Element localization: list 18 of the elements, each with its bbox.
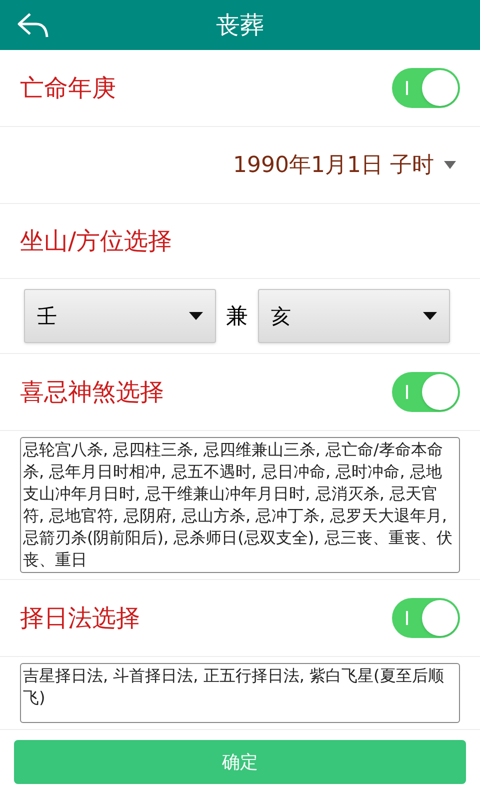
caret-icon <box>423 312 437 320</box>
section-label: 坐山/方位选择 <box>20 226 172 257</box>
caret-icon <box>189 312 203 320</box>
date-value[interactable]: 1990年1月1日 子时 <box>233 148 434 182</box>
dropdown[interactable]: 亥 <box>258 289 450 343</box>
text-area[interactable]: 吉星择日法, 斗首择日法, 正五行择日法, 紫白飞星(夏至后顺飞) <box>20 663 460 723</box>
section-label: 择日法选择 <box>20 603 140 634</box>
section-label: 亡命年庚 <box>20 73 116 104</box>
window-title: 丧葬 <box>216 10 264 41</box>
toggle-switch[interactable] <box>392 68 460 108</box>
dropdown[interactable]: 壬 <box>24 289 216 343</box>
section-label: 喜忌神煞选择 <box>20 377 164 408</box>
toggle-switch[interactable] <box>392 598 460 638</box>
joiner-label: 兼 <box>226 302 248 330</box>
text-area[interactable]: 忌轮宫八杀, 忌四柱三杀, 忌四维兼山三杀, 忌亡命/孝命本命杀, 忌年月日时相冲, 忌五不遇时, 忌日冲命, 忌时冲命, 忌地支山冲年月日时, 忌干维兼山冲年月日时, 忌消灭杀, 忌天官符, 忌地官符, 忌阴府, 忌山方杀, 忌冲丁杀, 忌罗天大退年月, 忌箭刃杀(阴前阳后), 忌杀师日(忌双支全), 忌三丧、重丧、伏丧、重日 <box>20 437 460 573</box>
toggle-switch[interactable] <box>392 372 460 412</box>
caret-icon <box>444 161 456 169</box>
back-icon[interactable] <box>16 11 50 39</box>
